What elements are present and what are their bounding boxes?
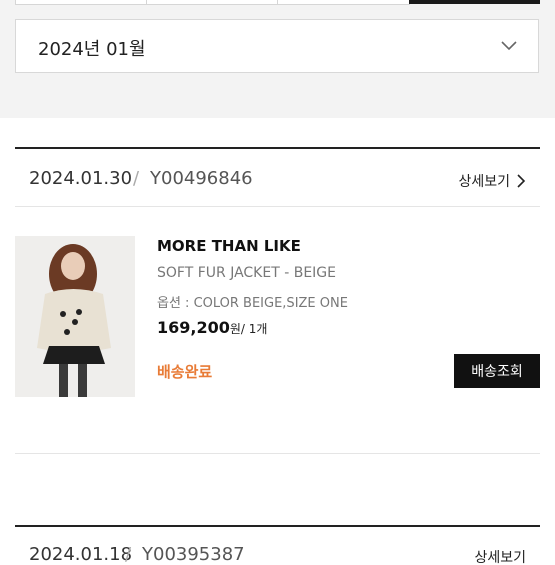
- product-image[interactable]: [15, 236, 135, 397]
- filter-area: 2024년 01월: [0, 0, 555, 118]
- price-unit: 원/ 1개: [229, 322, 268, 336]
- period-tab-1[interactable]: [15, 0, 148, 5]
- month-select-label: 2024년 01월: [38, 39, 146, 60]
- product-photo: [15, 236, 135, 397]
- order-detail-label: 상세보기: [458, 174, 510, 190]
- order-detail-link[interactable]: 상세보기: [474, 547, 526, 565]
- chevron-down-icon: [501, 41, 517, 51]
- chevron-right-icon: [517, 174, 526, 188]
- order-header: 2024.01.30 / Y00496846 상세보기: [15, 147, 540, 207]
- order-separator: /: [133, 168, 140, 189]
- product-name[interactable]: SOFT FUR JACKET - BEIGE: [157, 265, 336, 281]
- product-brand[interactable]: MORE THAN LIKE: [157, 237, 301, 255]
- track-delivery-button[interactable]: 배송조회: [454, 354, 540, 388]
- product-price: 169,200원/ 1개: [157, 318, 267, 337]
- month-select[interactable]: 2024년 01월: [15, 19, 539, 73]
- search-button[interactable]: [409, 0, 540, 4]
- order-header: 2024.01.18 / Y00395387 상세보기: [15, 525, 540, 565]
- delivery-status: 배송완료: [157, 363, 213, 381]
- order-detail-link[interactable]: 상세보기: [458, 171, 526, 191]
- period-tab-2[interactable]: [146, 0, 279, 5]
- price-value: 169,200: [157, 318, 230, 337]
- product-option: 옵션 : COLOR BEIGE,SIZE ONE: [157, 296, 348, 311]
- period-tab-3[interactable]: [277, 0, 410, 5]
- order-divider: [15, 453, 540, 454]
- order-number: Y00496846: [150, 168, 253, 189]
- order-date: 2024.01.30: [29, 168, 133, 189]
